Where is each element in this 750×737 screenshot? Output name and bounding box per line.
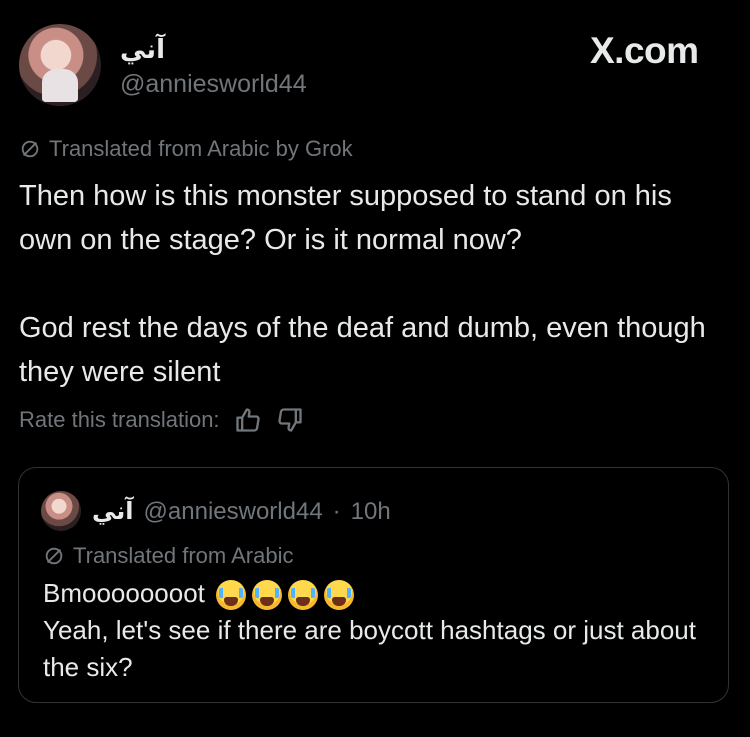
translate-icon [45, 547, 63, 565]
quoted-line-2: Yeah, let's see if there are boycott has… [43, 615, 696, 682]
quoted-line-1: Bmoooooooot [43, 575, 713, 612]
thumbs-down-icon[interactable] [276, 406, 304, 434]
loudly-crying-face-icon [216, 580, 247, 611]
quoted-author-avatar[interactable] [41, 491, 81, 531]
author-avatar[interactable] [19, 24, 101, 106]
separator-dot: · [332, 498, 341, 525]
loudly-crying-face-icon [288, 580, 319, 611]
translate-icon [21, 140, 39, 158]
post-paragraph: God rest the days of the deaf and dumb, … [19, 312, 706, 388]
emoji-group [216, 580, 355, 611]
quoted-translation-notice: Translated from Arabic [43, 543, 294, 569]
x-logo: X.com [590, 30, 699, 71]
loudly-crying-face-icon [324, 580, 355, 611]
author-handle[interactable]: @anniesworld44 [120, 70, 307, 99]
thumbs-up-icon[interactable] [234, 406, 262, 434]
quoted-display-name[interactable]: آني [92, 497, 134, 526]
quoted-translation-label: Translated from Arabic [73, 543, 294, 568]
post-paragraph: Then how is this monster supposed to sta… [19, 180, 672, 256]
quoted-handle[interactable]: @anniesworld44 [144, 498, 323, 526]
translation-notice: Translated from Arabic by Grok [19, 136, 353, 162]
author-display-name[interactable]: آني [120, 34, 165, 65]
rate-label: Rate this translation: [19, 407, 220, 432]
post-body: Then how is this monster supposed to sta… [19, 174, 729, 394]
quoted-text-bmoot: Bmoooooooot [43, 578, 205, 608]
rate-translation: Rate this translation: [19, 406, 304, 434]
quoted-post-header: آني @anniesworld44 · 10h [92, 497, 391, 526]
quoted-timestamp[interactable]: 10h [351, 498, 391, 526]
quoted-body: Bmoooooooot Yeah, let's see if there are… [43, 575, 713, 686]
loudly-crying-face-icon [252, 580, 283, 611]
translation-label: Translated from Arabic by Grok [49, 136, 353, 161]
